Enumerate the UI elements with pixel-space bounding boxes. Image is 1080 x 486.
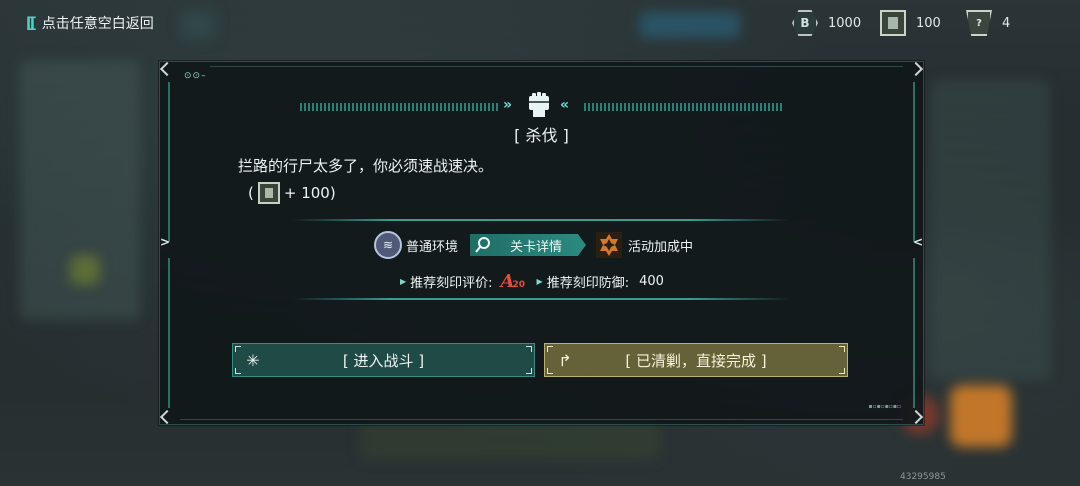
enter-battle-button[interactable]: ✳ [ 进入战斗 ]: [232, 343, 535, 377]
triangle-bullet-icon: ▶: [400, 277, 407, 286]
frame-line: [168, 82, 170, 242]
auto-complete-label: [ 已清剿，直接完成 ]: [625, 351, 767, 370]
double-chevron-left-icon: «: [560, 97, 570, 113]
recommend-rating-label: 推荐刻印评价:: [410, 276, 493, 291]
button-corner: [235, 368, 241, 374]
bg-panel: [930, 80, 1050, 380]
enter-battle-label: [ 进入战斗 ]: [342, 351, 425, 370]
user-id: 43295985: [900, 472, 946, 482]
event-label: 活动加成中: [628, 239, 694, 255]
button-corner: [235, 346, 241, 352]
button-corner: [839, 368, 845, 374]
stage-detail-button[interactable]: 关卡详情: [470, 234, 587, 256]
card-icon: [257, 182, 280, 204]
bg-action-button: [950, 385, 1012, 447]
bg-item: [70, 255, 100, 285]
grade-icon: A 20: [501, 271, 527, 292]
forward-arrow-icon: ↱: [558, 350, 572, 370]
card-icon: [880, 10, 906, 36]
bg-button: [640, 12, 740, 38]
environment-label: 普通环境: [406, 239, 459, 255]
header-stripe: [300, 103, 500, 111]
bg-button: [180, 10, 216, 40]
frame-corner: [908, 61, 924, 77]
crossed-swords-icon: ✳: [246, 350, 260, 370]
reward-open: (: [248, 184, 254, 202]
button-corner: [526, 368, 532, 374]
button-corner: [547, 346, 553, 352]
double-chevron-right-icon: »: [503, 97, 513, 113]
stage-description: 拦路的行尸太多了，你必须速战速决。: [238, 157, 494, 175]
resource-badge: ? 4: [966, 10, 1010, 36]
frame-corner: [159, 61, 175, 77]
frame-line: [180, 419, 903, 420]
divider: [292, 298, 790, 300]
resource-card: 100: [880, 10, 941, 36]
recommend-row: ▶ 推荐刻印评价: A 20 ▶ 推荐刻印防御: 400: [400, 271, 664, 292]
resource-value: 1000: [828, 15, 862, 31]
b-coin-icon: B: [792, 10, 818, 36]
button-corner: [839, 346, 845, 352]
frame-line: [913, 82, 915, 242]
recommend-defense-label: 推荐刻印防御:: [546, 276, 630, 291]
frame-line: [913, 258, 915, 408]
frame-corner: [159, 409, 175, 425]
button-corner: [547, 368, 553, 374]
wind-icon: ≋: [374, 231, 402, 259]
resource-b-coin: B 1000: [792, 10, 861, 36]
detail-button-label: 关卡详情: [510, 239, 563, 255]
chevron-left-icon: <: [912, 235, 923, 249]
stage-info-row: ≋ 普通环境 关卡详情 活动加成中: [374, 230, 693, 260]
stage-title: [ 杀伐 ]: [514, 126, 569, 145]
chevron-right-icon: >: [160, 235, 171, 249]
stage-dialog: > < ⊙⊙– » « [ 杀伐 ] 拦路的行尸太多了，你必须速战速决。 ( +…: [159, 61, 924, 425]
code-deco: ▪▫▪▫▪▫▪▫: [868, 403, 901, 410]
frame-corner: [908, 409, 924, 425]
dots-deco-icon: ⊙⊙–: [184, 71, 207, 81]
frame-line: [168, 258, 170, 408]
resource-value: 4: [1002, 15, 1011, 31]
fist-icon: [524, 90, 554, 120]
bg-panel: [360, 420, 660, 460]
recommend-defense-value: 400: [639, 274, 664, 289]
auto-complete-button[interactable]: ↱ [ 已清剿，直接完成 ]: [544, 343, 848, 377]
back-button[interactable]: [[ 点击任意空白返回: [26, 13, 154, 33]
grade-number: 20: [512, 279, 526, 290]
reward-value: + 100): [283, 184, 336, 202]
button-corner: [526, 346, 532, 352]
triangle-bullet-icon: ▶: [536, 277, 543, 286]
reward: ( + 100): [248, 182, 336, 204]
back-label: 点击任意空白返回: [41, 16, 154, 32]
divider: [292, 219, 790, 221]
header-stripe: [584, 103, 784, 111]
resource-value: 100: [916, 15, 941, 31]
badge-icon: ?: [966, 10, 992, 36]
magnifier-icon: [470, 236, 496, 254]
frame-line: [210, 66, 903, 67]
back-bracket-icon: [[: [26, 14, 37, 32]
event-bonus-icon: [596, 232, 623, 258]
